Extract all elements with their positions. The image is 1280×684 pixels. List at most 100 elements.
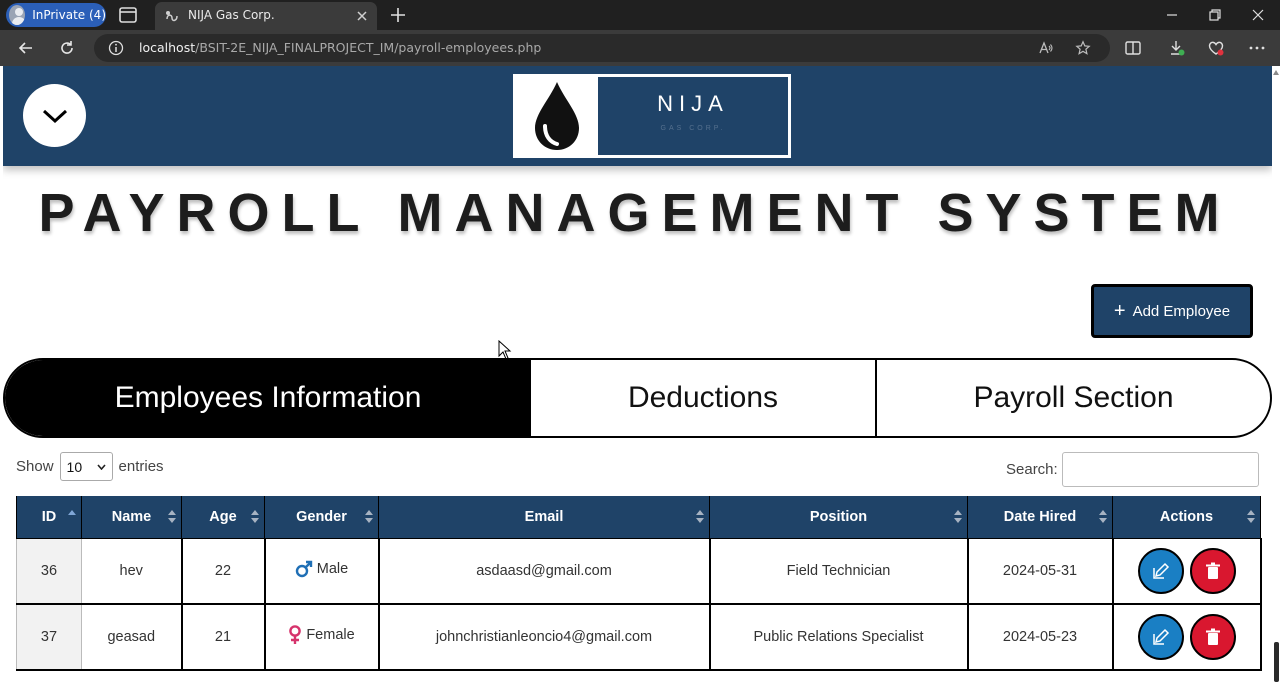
edit-button[interactable] xyxy=(1137,614,1184,660)
column-header-name[interactable]: Name xyxy=(81,496,182,539)
tab-employees-information[interactable]: Employees Information xyxy=(5,360,531,436)
tab-actions-icon[interactable] xyxy=(118,6,138,24)
column-header-actions[interactable]: Actions xyxy=(1112,496,1261,539)
cell-gender: Female xyxy=(264,604,380,671)
entries-select[interactable]: 10 xyxy=(59,452,113,481)
cell-age: 21 xyxy=(181,604,266,671)
add-employee-button[interactable]: + Add Employee xyxy=(1091,284,1253,338)
scrollbar-thumb[interactable] xyxy=(1274,642,1279,682)
column-header-id[interactable]: ID xyxy=(16,496,82,539)
close-window-icon[interactable] xyxy=(1250,7,1266,23)
oil-drop-icon xyxy=(516,77,598,155)
url-path: /BSIT-2E_NIJA_FINALPROJECT_IM/payroll-em… xyxy=(195,40,542,55)
mouse-cursor-icon xyxy=(498,340,512,360)
female-icon xyxy=(289,625,302,644)
web-page: NIJA GAS CORP. PAYROLL MANAGEMENT SYSTEM… xyxy=(3,66,1272,684)
cell-position: Public Relations Specialist xyxy=(709,604,969,671)
cell-date-hired: 2024-05-23 xyxy=(967,604,1114,671)
cell-email: asdaasd@gmail.com xyxy=(378,538,711,605)
column-header-position[interactable]: Position xyxy=(709,496,968,539)
page-scrollbar[interactable] xyxy=(1272,66,1280,684)
profile-label: InPrivate (4) xyxy=(32,8,106,22)
entries-length-control: Show 10 entries xyxy=(16,452,164,481)
cell-date-hired: 2024-05-31 xyxy=(967,538,1114,605)
sort-icon xyxy=(696,510,704,524)
cell-name: hev xyxy=(81,538,183,605)
url-host: localhost xyxy=(139,40,196,55)
page-title: PAYROLL MANAGEMENT SYSTEM xyxy=(38,183,1232,243)
logo-brand-text: NIJA xyxy=(657,91,729,116)
browser-tab-active[interactable]: NIJA Gas Corp. xyxy=(155,2,377,30)
cell-email: johnchristianleoncio4@gmail.com xyxy=(378,604,711,671)
chevron-down-icon xyxy=(42,109,67,123)
entries-label: entries xyxy=(118,458,164,475)
table-search: Search: xyxy=(1006,452,1259,487)
cell-name: geasad xyxy=(81,604,183,671)
profile-avatar-icon xyxy=(9,5,26,25)
close-tab-icon[interactable] xyxy=(354,8,370,24)
more-options-icon[interactable] xyxy=(1248,39,1266,57)
restore-icon[interactable] xyxy=(1207,7,1223,23)
search-input[interactable] xyxy=(1061,452,1259,487)
male-icon xyxy=(295,560,312,577)
sort-icon xyxy=(365,510,373,524)
sidebar-toggle-button[interactable] xyxy=(23,84,86,147)
sort-icon xyxy=(1247,510,1255,524)
tab-deductions[interactable]: Deductions xyxy=(531,360,877,436)
search-label: Search: xyxy=(1006,461,1058,478)
site-header: NIJA GAS CORP. xyxy=(3,66,1272,166)
cell-actions xyxy=(1112,538,1262,605)
downloads-icon[interactable] xyxy=(1168,39,1186,57)
table-header-row: ID Name Age Gender Email Position Date H… xyxy=(16,496,1261,539)
section-tabs: Employees Information Deductions Payroll… xyxy=(3,358,1272,438)
sort-asc-icon xyxy=(68,510,76,524)
trash-icon xyxy=(1205,628,1220,645)
browser-titlebar: InPrivate (4) NIJA Gas Corp. xyxy=(0,0,1280,30)
employees-table: ID Name Age Gender Email Position Date H… xyxy=(16,496,1262,671)
column-header-age[interactable]: Age xyxy=(181,496,265,539)
cell-id: 37 xyxy=(16,604,82,671)
sort-icon xyxy=(954,510,962,524)
column-header-date-hired[interactable]: Date Hired xyxy=(967,496,1113,539)
edit-button[interactable] xyxy=(1137,547,1184,594)
browser-toolbar: localhost/BSIT-2E_NIJA_FINALPROJECT_IM/p… xyxy=(0,30,1280,66)
site-info-icon[interactable] xyxy=(108,40,124,56)
plus-icon: + xyxy=(1113,300,1126,322)
add-employee-label: Add Employee xyxy=(1132,302,1231,320)
cell-position: Field Technician xyxy=(709,538,969,605)
scroll-up-icon[interactable] xyxy=(1273,70,1279,75)
gender-label: Male xyxy=(316,560,349,577)
address-bar[interactable]: localhost/BSIT-2E_NIJA_FINALPROJECT_IM/p… xyxy=(94,34,1110,62)
logo-subtitle-text: GAS CORP. xyxy=(660,125,726,132)
entries-select-value: 10 xyxy=(66,458,83,475)
delete-button[interactable] xyxy=(1189,614,1236,660)
cell-actions xyxy=(1112,604,1262,671)
sort-icon xyxy=(168,510,176,524)
show-label: Show xyxy=(16,458,54,475)
refresh-icon[interactable] xyxy=(58,39,76,57)
back-icon[interactable] xyxy=(17,39,35,57)
edit-icon xyxy=(1152,628,1169,645)
table-row: 37 geasad 21 Female johnchristianleoncio… xyxy=(16,604,1262,671)
column-header-email[interactable]: Email xyxy=(378,496,710,539)
read-aloud-icon[interactable] xyxy=(1038,40,1054,56)
browser-essentials-icon[interactable] xyxy=(1207,39,1225,57)
sort-icon xyxy=(1099,510,1107,524)
cell-age: 22 xyxy=(181,538,266,605)
delete-button[interactable] xyxy=(1189,547,1236,594)
favorite-star-icon[interactable] xyxy=(1075,40,1091,56)
column-header-gender[interactable]: Gender xyxy=(264,496,379,539)
url-text: localhost/BSIT-2E_NIJA_FINALPROJECT_IM/p… xyxy=(139,40,541,55)
inprivate-profile-button[interactable]: InPrivate (4) xyxy=(6,3,106,27)
gender-label: Female xyxy=(306,627,355,643)
sort-icon xyxy=(251,510,259,524)
table-row: 36 hev 22 Male asdaasd@gmail.com Field T… xyxy=(16,538,1262,605)
new-tab-icon[interactable] xyxy=(389,6,407,24)
tab-payroll-section[interactable]: Payroll Section xyxy=(877,360,1270,436)
minimize-icon[interactable] xyxy=(1164,7,1180,23)
chevron-down-icon xyxy=(96,463,106,470)
cell-id: 36 xyxy=(16,538,82,605)
split-screen-icon[interactable] xyxy=(1124,39,1142,57)
company-logo: NIJA GAS CORP. xyxy=(513,74,791,158)
cell-gender: Male xyxy=(264,538,380,605)
